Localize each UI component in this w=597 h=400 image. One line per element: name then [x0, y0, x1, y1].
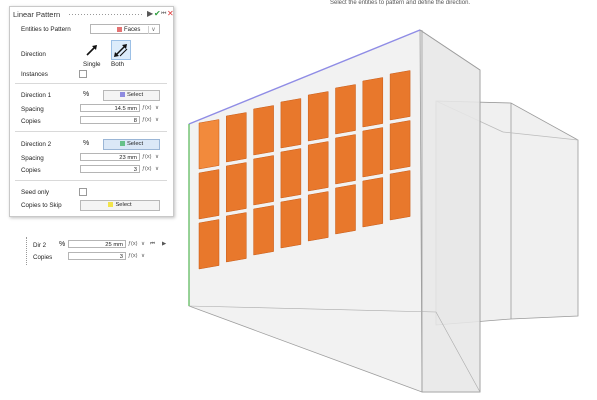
chevron-down-icon: ∨ [148, 26, 158, 34]
divider [15, 180, 167, 181]
instances-checkbox[interactable] [79, 70, 87, 78]
both-direction-button[interactable] [111, 40, 131, 60]
copies-2-input[interactable]: 3 [80, 165, 140, 173]
pattern-face[interactable] [226, 112, 247, 163]
pattern-face[interactable] [335, 84, 356, 135]
ok-icon[interactable]: ✔ [154, 8, 161, 20]
copies-1-fx-icon[interactable]: ƒ(x) [142, 117, 151, 123]
pattern-face[interactable] [280, 98, 302, 149]
chevron-down-icon[interactable]: ∨ [155, 105, 159, 111]
entities-label: Entities to Pattern [21, 26, 71, 33]
skip-select-label: Select [115, 202, 132, 208]
direction-2-label: Direction 2 [21, 141, 52, 148]
copies-to-skip-select-button[interactable]: Select [80, 200, 160, 211]
linear-pattern-panel: Linear Pattern ▶ ✔ ⏮ ✕ Entities to Patte… [9, 6, 174, 217]
chevron-down-icon[interactable]: ∨ [155, 154, 159, 160]
spacing-2-input[interactable]: 23 mm [80, 153, 140, 161]
mini-spacing-fx-icon[interactable]: ƒ(x) [128, 241, 137, 247]
mini-reverse-icon[interactable]: % [59, 241, 65, 248]
pattern-face[interactable] [280, 148, 302, 199]
run-icon[interactable]: ▶ [147, 8, 153, 20]
reverse-direction-1-icon[interactable]: % [83, 91, 89, 98]
copies-1-label: Copies [21, 118, 41, 125]
pattern-face[interactable] [307, 141, 329, 192]
pattern-face[interactable] [280, 198, 302, 249]
single-direction-button[interactable] [83, 41, 101, 59]
entities-value: Faces [124, 27, 141, 33]
mini-spacing-input[interactable]: 25 mm [68, 240, 126, 248]
entities-dropdown[interactable]: Faces ∨ [90, 24, 160, 34]
spacing-1-fx-icon[interactable]: ƒ(x) [142, 105, 151, 111]
seed-face[interactable] [198, 119, 220, 170]
chevron-down-icon[interactable]: ∨ [141, 241, 145, 247]
pattern-face[interactable] [307, 91, 329, 142]
chevron-down-icon[interactable]: ∨ [141, 253, 145, 259]
pattern-face[interactable] [335, 134, 356, 185]
direction-1-select-button[interactable]: Select [103, 90, 160, 101]
close-icon[interactable]: ✕ [167, 8, 174, 20]
mini-next-icon[interactable]: ▶ [162, 241, 166, 247]
direction-1-label: Direction 1 [21, 92, 52, 99]
faces-swatch [117, 26, 122, 32]
pattern-face[interactable] [362, 177, 384, 228]
pattern-face[interactable] [362, 77, 384, 128]
mini-dir-label: Dir 2 [33, 242, 47, 249]
instances-label: Instances [21, 71, 48, 78]
dir1-select-label: Select [126, 92, 144, 98]
pattern-face[interactable] [226, 162, 247, 213]
dir2-swatch [119, 140, 125, 146]
pattern-face[interactable] [198, 169, 220, 220]
spacing-1-input[interactable]: 14.5 mm [80, 104, 140, 112]
microdialog-handle[interactable] [26, 237, 28, 265]
mini-copies-label: Copies [33, 254, 53, 261]
direction-label: Direction [21, 51, 46, 58]
pattern-face[interactable] [307, 191, 329, 242]
single-label: Single [83, 61, 101, 68]
divider [15, 131, 167, 132]
pattern-face[interactable] [226, 212, 247, 263]
pattern-face[interactable] [362, 127, 384, 178]
panel-title: Linear Pattern [13, 10, 61, 19]
pattern-face[interactable] [389, 170, 411, 221]
seed-only-checkbox[interactable] [79, 188, 87, 196]
pattern-face[interactable] [253, 155, 274, 206]
copies-2-label: Copies [21, 167, 41, 174]
mini-copies-fx-icon[interactable]: ƒ(x) [128, 253, 137, 259]
pattern-face[interactable] [253, 105, 274, 156]
pattern-face[interactable] [389, 70, 411, 121]
divider [15, 83, 167, 84]
pattern-face[interactable] [198, 219, 220, 270]
spacing-2-label: Spacing [21, 155, 44, 162]
dir2-select-label: Select [126, 141, 144, 147]
dir1-swatch [119, 91, 125, 97]
chevron-down-icon[interactable]: ∨ [155, 166, 159, 172]
copies-2-fx-icon[interactable]: ƒ(x) [142, 166, 151, 172]
both-arrow-icon [114, 44, 128, 57]
chevron-down-icon[interactable]: ∨ [155, 117, 159, 123]
reverse-direction-2-icon[interactable]: % [83, 140, 89, 147]
pattern-face[interactable] [389, 120, 411, 171]
pattern-face[interactable] [335, 184, 356, 235]
mini-previous-icon[interactable]: ⏮ [150, 241, 155, 248]
mini-copies-input[interactable]: 3 [68, 252, 126, 260]
direction-2-select-button[interactable]: Select [103, 139, 160, 150]
pattern-face[interactable] [253, 205, 274, 256]
spacing-1-label: Spacing [21, 106, 44, 113]
microdialog: Dir 2 % 25 mm ƒ(x) ∨ ⏮ ▶ Copies 3 ƒ(x) ∨ [26, 237, 176, 265]
drag-handle[interactable] [68, 13, 144, 16]
seed-only-label: Seed only [21, 189, 50, 196]
reset-icon[interactable]: ⏮ [161, 8, 166, 20]
spacing-2-fx-icon[interactable]: ƒ(x) [142, 154, 151, 160]
skip-swatch [108, 201, 114, 207]
both-label: Both [111, 61, 124, 68]
copies-to-skip-label: Copies to Skip [21, 202, 62, 209]
single-arrow-icon [86, 45, 97, 56]
hint-text: Select the entities to pattern and defin… [330, 0, 471, 6]
copies-1-input[interactable]: 8 [80, 116, 140, 124]
